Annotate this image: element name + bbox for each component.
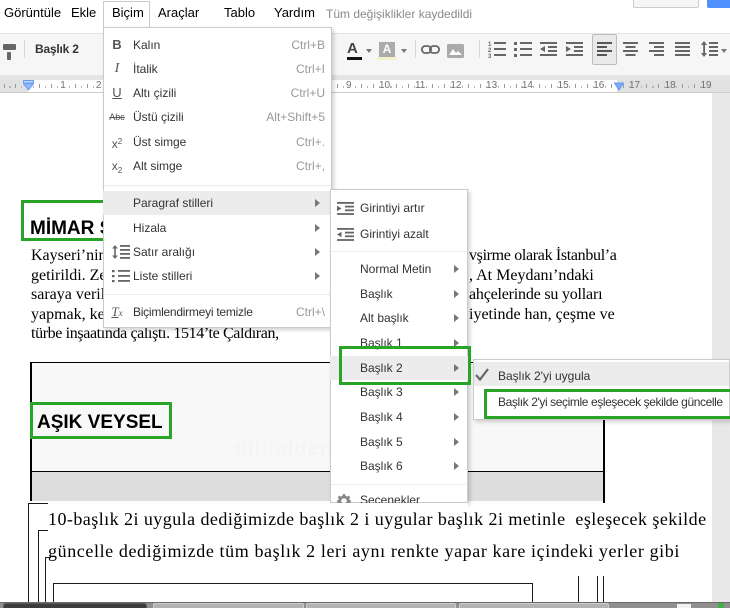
svg-text:3: 3 [488, 54, 492, 58]
